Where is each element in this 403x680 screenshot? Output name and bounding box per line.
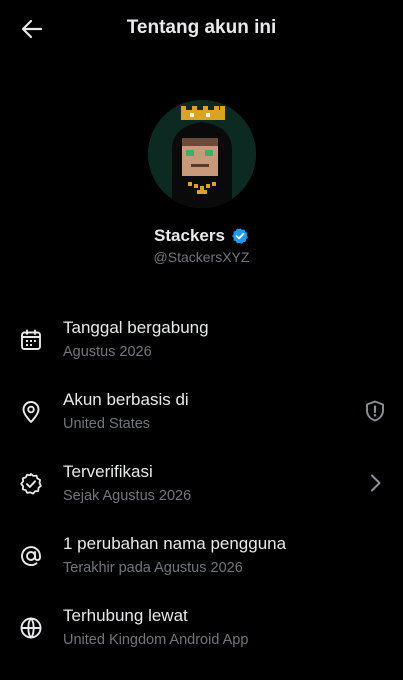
row-title: Terverifikasi [63, 462, 153, 481]
profile-name: Stackers [154, 226, 225, 245]
profile-handle: @StackersXYZ [153, 249, 250, 265]
avatar[interactable] [148, 100, 256, 208]
row-title: 1 perubahan nama pengguna [63, 534, 287, 553]
profile-name-row: Stackers [0, 226, 403, 246]
location-pin-icon [22, 401, 40, 423]
at-sign-icon [21, 546, 41, 566]
globe-icon [20, 617, 42, 639]
chevron-right-icon[interactable] [363, 471, 387, 495]
top-bar: Tentang akun ini [0, 0, 403, 56]
row-subtitle: Agustus 2026 [63, 344, 152, 360]
row-account-location: Akun berbasis di United States [0, 388, 403, 448]
row-title: Terhubung lewat [63, 606, 188, 625]
row-join-date: Tanggal bergabung Agustus 2026 [0, 316, 403, 376]
calendar-icon [21, 329, 41, 350]
verified-badge-outline-icon [20, 473, 42, 495]
row-subtitle: United Kingdom Android App [63, 632, 249, 648]
row-title: Tanggal bergabung [63, 318, 209, 337]
row-subtitle: United States [63, 416, 151, 432]
shield-alert-icon[interactable] [363, 399, 387, 423]
pixel-character-image [148, 100, 256, 208]
page-title: Tentang akun ini [126, 17, 277, 38]
row-title: Akun berbasis di [63, 390, 189, 409]
row-connected-via: Terhubung lewat United Kingdom Android A… [0, 604, 403, 664]
verified-badge-icon [232, 228, 248, 244]
row-subtitle: Terakhir pada Agustus 2026 [63, 560, 243, 576]
row-subtitle: Sejak Agustus 2026 [63, 488, 192, 504]
row-verified[interactable]: Terverifikasi Sejak Agustus 2026 [0, 460, 403, 520]
row-username-changes: 1 perubahan nama pengguna Terakhir pada … [0, 532, 403, 592]
